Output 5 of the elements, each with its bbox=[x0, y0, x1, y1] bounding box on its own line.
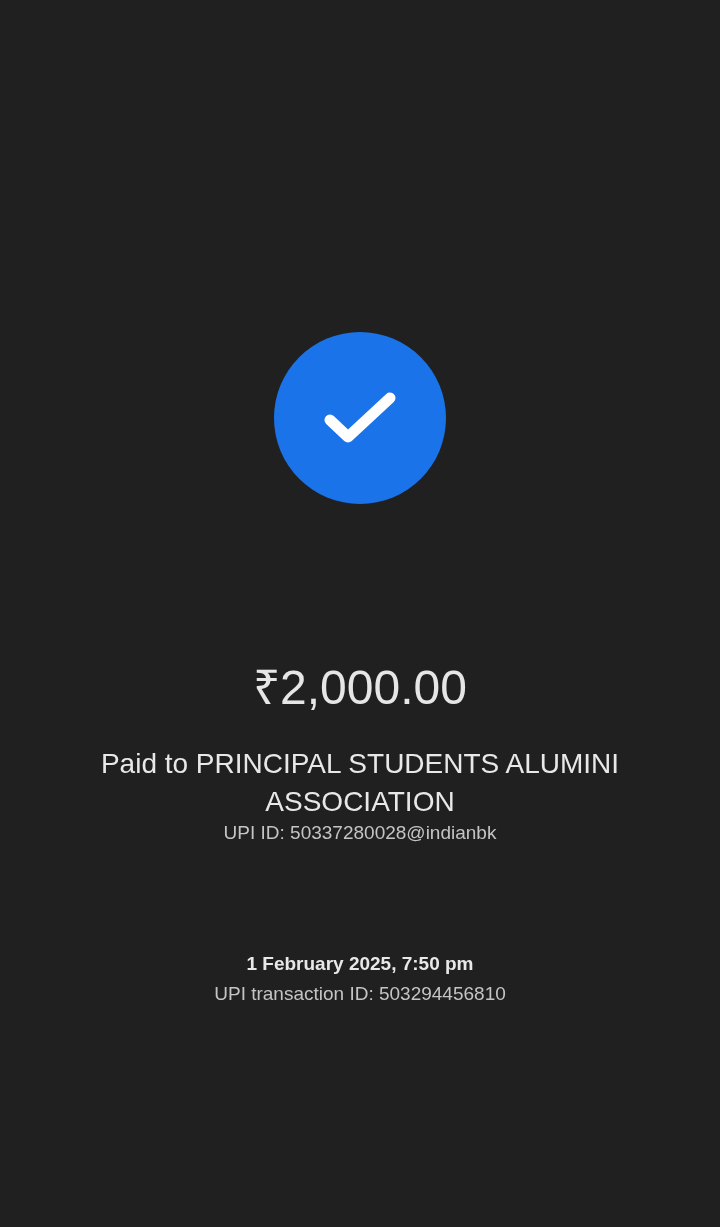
payee-name: Paid to PRINCIPAL STUDENTS ALUMINI ASSOCIATION bbox=[99, 747, 621, 819]
amount: ₹2,000.00 bbox=[253, 660, 467, 716]
transaction-id: UPI transaction ID: 503294456810 bbox=[214, 982, 506, 1006]
transaction-date: 1 February 2025, 7:50 pm bbox=[246, 952, 474, 976]
upi-id: UPI ID: 50337280028@indianbk bbox=[223, 821, 497, 845]
